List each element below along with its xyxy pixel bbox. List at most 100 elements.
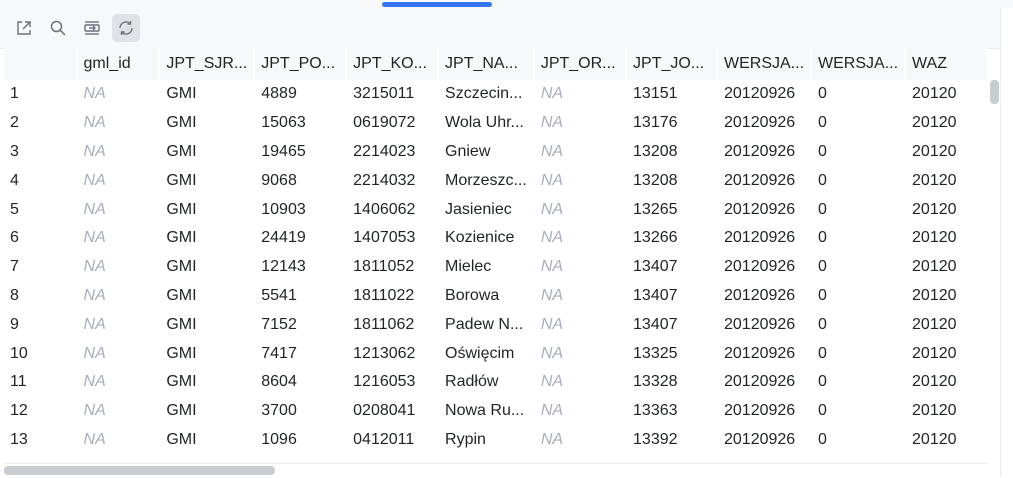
table-cell[interactable]: 20120 <box>905 425 988 455</box>
table-cell[interactable]: 20120 <box>905 80 988 109</box>
table-row[interactable]: 12 NA GMI 3700 0208041 Nowa Ru... NA 13363 20120… <box>4 396 988 426</box>
table-cell[interactable]: 13407 <box>626 252 718 282</box>
table-cell[interactable]: 0 <box>811 195 907 224</box>
panel-drag-handle[interactable] <box>382 2 492 7</box>
table-cell[interactable]: NA <box>533 281 628 311</box>
row-number-cell[interactable]: 4 <box>4 166 78 196</box>
table-cell[interactable]: NA <box>533 137 628 167</box>
column-header[interactable]: WERSJA... <box>811 48 907 80</box>
table-cell[interactable]: NA <box>533 223 628 253</box>
table-row[interactable]: 13 NA GMI 1096 0412011 Rypin NA 13392 20120926 0 2… <box>4 425 988 455</box>
table-cell[interactable]: NA <box>533 108 628 138</box>
table-cell[interactable]: 13407 <box>626 281 718 311</box>
table-cell[interactable]: GMI <box>159 252 256 282</box>
table-cell[interactable]: 20120 <box>905 166 988 196</box>
table-cell[interactable]: 20120 <box>905 223 988 253</box>
table-cell[interactable]: Morzeszc... <box>438 166 535 196</box>
table-row[interactable]: 6 NA GMI 24419 1407053 Kozienice NA 13266 201209… <box>4 223 988 253</box>
table-cell[interactable]: 1811062 <box>346 310 440 340</box>
table-cell[interactable]: 1216053 <box>346 367 440 397</box>
row-number-cell[interactable]: 12 <box>4 396 78 426</box>
table-cell[interactable]: 20120926 <box>717 195 813 224</box>
table-row[interactable]: 10 NA GMI 7417 1213062 Oświęcim NA 13325 2012092… <box>4 339 988 368</box>
table-cell[interactable]: NA <box>76 252 161 282</box>
table-cell[interactable]: 0412011 <box>346 425 440 455</box>
table-cell[interactable]: 1406062 <box>346 195 440 224</box>
table-cell[interactable]: NA <box>533 310 628 340</box>
table-cell[interactable]: 1213062 <box>346 339 440 368</box>
table-cell[interactable]: 0 <box>811 223 907 253</box>
column-header[interactable]: WERSJA... <box>717 48 813 80</box>
table-cell[interactable]: NA <box>533 367 628 397</box>
table-cell[interactable]: 1811052 <box>346 252 440 282</box>
table-cell[interactable]: NA <box>76 281 161 311</box>
row-number-cell[interactable]: 9 <box>4 310 78 340</box>
table-cell[interactable]: 15063 <box>254 108 348 138</box>
column-header[interactable]: JPT_NA... <box>438 48 535 80</box>
table-cell[interactable]: 0208041 <box>346 396 440 426</box>
open-external-button[interactable] <box>10 14 38 42</box>
column-header[interactable]: JPT_KO... <box>346 48 440 80</box>
table-cell[interactable]: 3215011 <box>346 80 440 109</box>
table-cell[interactable]: NA <box>533 425 628 455</box>
row-number-cell[interactable]: 3 <box>4 137 78 167</box>
table-cell[interactable]: 1811022 <box>346 281 440 311</box>
row-number-cell[interactable]: 13 <box>4 425 78 455</box>
table-cell[interactable]: 0 <box>811 80 907 109</box>
table-cell[interactable]: 2214023 <box>346 137 440 167</box>
table-cell[interactable]: 20120926 <box>717 80 813 109</box>
table-cell[interactable]: 1407053 <box>346 223 440 253</box>
vertical-scrollbar-thumb[interactable] <box>990 80 999 104</box>
table-cell[interactable]: GMI <box>159 80 256 109</box>
column-header[interactable]: JPT_PO... <box>254 48 348 80</box>
table-cell[interactable]: 13392 <box>626 425 718 455</box>
row-number-cell[interactable]: 8 <box>4 281 78 311</box>
table-cell[interactable]: GMI <box>159 137 256 167</box>
table-cell[interactable]: Padew N... <box>438 310 535 340</box>
column-header[interactable]: gml_id <box>76 48 161 80</box>
table-cell[interactable]: 0619072 <box>346 108 440 138</box>
table-cell[interactable]: 7417 <box>254 339 348 368</box>
table-cell[interactable]: 0 <box>811 137 907 167</box>
table-cell[interactable]: 20120 <box>905 367 988 397</box>
table-cell[interactable]: 0 <box>811 252 907 282</box>
table-cell[interactable]: 0 <box>811 367 907 397</box>
table-cell[interactable]: 1096 <box>254 425 348 455</box>
table-row[interactable]: 5 NA GMI 10903 1406062 Jasieniec NA 13265 201209… <box>4 195 988 224</box>
table-row[interactable]: 11 NA GMI 8604 1216053 Radłów NA 13328 20120926 0… <box>4 367 988 397</box>
table-cell[interactable]: 20120926 <box>717 310 813 340</box>
table-row[interactable]: 8 NA GMI 5541 1811022 Borowa NA 13407 20120926 0 2… <box>4 281 988 311</box>
column-header[interactable]: JPT_OR... <box>533 48 628 80</box>
row-number-cell[interactable]: 5 <box>4 195 78 224</box>
table-cell[interactable]: 12143 <box>254 252 348 282</box>
table-cell[interactable]: GMI <box>159 195 256 224</box>
column-header[interactable]: JPT_SJR... <box>159 48 256 80</box>
table-cell[interactable]: 20120 <box>905 396 988 426</box>
table-cell[interactable]: NA <box>76 339 161 368</box>
table-cell[interactable]: 0 <box>811 339 907 368</box>
table-cell[interactable]: 0 <box>811 281 907 311</box>
row-number-cell[interactable]: 11 <box>4 367 78 397</box>
table-cell[interactable]: Wola Uhr... <box>438 108 535 138</box>
table-cell[interactable]: 3700 <box>254 396 348 426</box>
table-cell[interactable]: Jasieniec <box>438 195 535 224</box>
row-number-cell[interactable]: 2 <box>4 108 78 138</box>
horizontal-scrollbar[interactable] <box>4 463 988 478</box>
table-cell[interactable]: 20120926 <box>717 223 813 253</box>
table-cell[interactable]: NA <box>76 195 161 224</box>
table-cell[interactable]: 8604 <box>254 367 348 397</box>
table-row[interactable]: 4 NA GMI 9068 2214032 Morzeszc... NA 13208 20120… <box>4 166 988 196</box>
table-cell[interactable]: GMI <box>159 339 256 368</box>
table-cell[interactable]: 20120926 <box>717 108 813 138</box>
table-cell[interactable]: Gniew <box>438 137 535 167</box>
table-cell[interactable]: Szczecin... <box>438 80 535 109</box>
table-cell[interactable]: NA <box>76 367 161 397</box>
table-cell[interactable]: 20120 <box>905 195 988 224</box>
row-number-cell[interactable]: 1 <box>4 80 78 109</box>
table-cell[interactable]: 13325 <box>626 339 718 368</box>
column-header[interactable]: WAZ <box>905 48 988 80</box>
table-cell[interactable]: 24419 <box>254 223 348 253</box>
table-cell[interactable]: NA <box>533 252 628 282</box>
table-cell[interactable]: 13208 <box>626 137 718 167</box>
table-cell[interactable]: 13176 <box>626 108 718 138</box>
